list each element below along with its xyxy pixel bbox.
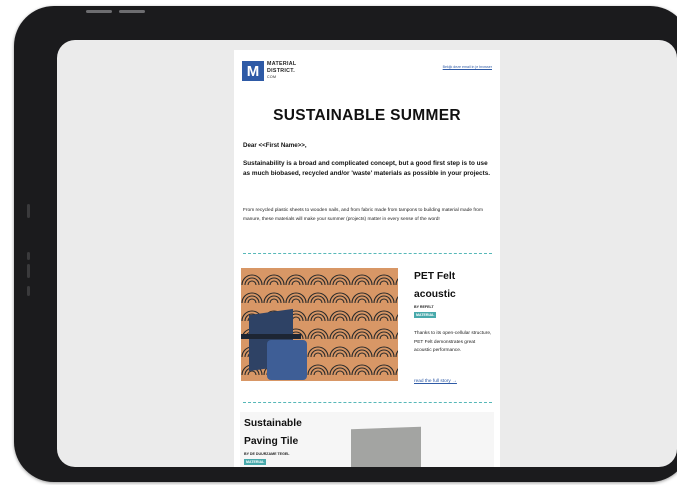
dashed-divider bbox=[243, 253, 492, 254]
chair-frame bbox=[241, 334, 301, 339]
logo-line-2: DISTRICT. bbox=[267, 67, 296, 74]
tablet-frame: M MATERIAL DISTRICT. COM Bekijk deze ema… bbox=[14, 6, 677, 482]
card-title[interactable]: PET Felt acoustic bbox=[414, 268, 456, 304]
paving-tile-image[interactable] bbox=[351, 426, 421, 467]
side-sensor bbox=[27, 252, 30, 260]
greeting: Dear <<First Name>>, bbox=[243, 142, 307, 149]
card-title[interactable]: Sustainable Paving Tile bbox=[244, 415, 302, 451]
side-button bbox=[27, 204, 30, 218]
read-full-story-link[interactable]: read the full story → bbox=[414, 379, 457, 384]
email-body: M MATERIAL DISTRICT. COM Bekijk deze ema… bbox=[234, 50, 500, 467]
chair-seat bbox=[267, 340, 307, 380]
material-tag[interactable]: MATERIAL bbox=[414, 312, 437, 318]
card-description: Thanks to its open-cellular structure, P… bbox=[414, 331, 492, 354]
card-byline: BY DE DUURZAME TEGEL bbox=[244, 452, 290, 456]
logo-letter: M bbox=[246, 63, 260, 80]
volume-up-button bbox=[86, 10, 112, 13]
lead-paragraph: Sustainability is a broad and complicate… bbox=[243, 160, 491, 177]
body-paragraph: From recycled plastic sheets to wooden n… bbox=[243, 208, 483, 222]
email-title: SUSTAINABLE SUMMER bbox=[273, 107, 461, 124]
volume-down-button bbox=[119, 10, 145, 13]
card-byline: BY REFELT bbox=[414, 305, 434, 309]
logo-text[interactable]: MATERIAL DISTRICT. COM bbox=[267, 61, 296, 81]
card-title-line-1: Sustainable bbox=[244, 418, 302, 429]
card-title-line-1: PET Felt bbox=[414, 271, 456, 282]
dashed-divider bbox=[243, 402, 492, 403]
side-button bbox=[27, 286, 30, 296]
card-title-line-2: Paving Tile bbox=[244, 436, 299, 447]
view-in-browser-link[interactable]: Bekijk deze email in je browser bbox=[443, 65, 492, 69]
logo-line-3: COM bbox=[267, 75, 277, 80]
logo-line-1: MATERIAL bbox=[267, 61, 297, 67]
side-button bbox=[27, 264, 30, 278]
logo-icon[interactable]: M bbox=[242, 61, 264, 81]
material-tag[interactable]: MATERIAL bbox=[244, 459, 267, 465]
pet-felt-image[interactable] bbox=[241, 268, 398, 381]
tablet-screen: M MATERIAL DISTRICT. COM Bekijk deze ema… bbox=[57, 40, 677, 467]
card-title-line-2: acoustic bbox=[414, 289, 456, 300]
